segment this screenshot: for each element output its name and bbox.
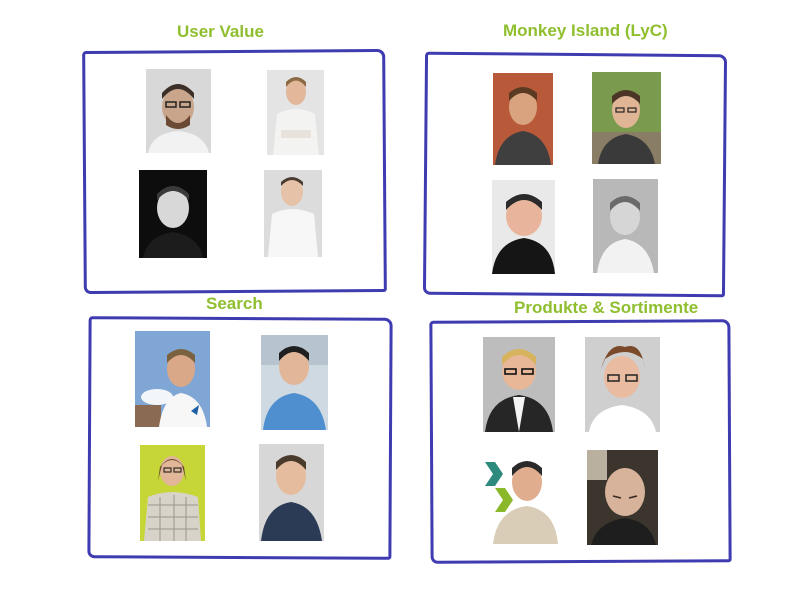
member-photo — [140, 445, 205, 541]
member-photo — [264, 170, 322, 257]
member-photo — [135, 331, 210, 427]
team-box-monkey-island — [422, 51, 728, 298]
member-photo — [261, 335, 328, 430]
team-title-user-value: User Value — [177, 22, 264, 41]
member-photo — [139, 170, 207, 258]
member-photo — [483, 448, 558, 544]
member-photo — [259, 444, 324, 541]
team-box-produkte-sortimente — [429, 319, 732, 564]
member-photo — [267, 70, 324, 155]
member-photo — [592, 72, 661, 164]
team-box-search — [87, 316, 393, 560]
team-title-search: Search — [206, 294, 263, 313]
team-box-user-value — [82, 48, 387, 295]
member-photo — [492, 180, 555, 274]
team-title-produkte-sortimente: Produkte & Sortimente — [514, 298, 699, 317]
member-photo — [587, 450, 658, 545]
member-photo — [483, 337, 555, 432]
member-photo — [493, 73, 553, 165]
team-title-monkey-island: Monkey Island (LyC) — [503, 21, 668, 40]
member-photo — [146, 69, 211, 153]
member-photo — [585, 337, 660, 432]
member-photo — [593, 179, 658, 273]
